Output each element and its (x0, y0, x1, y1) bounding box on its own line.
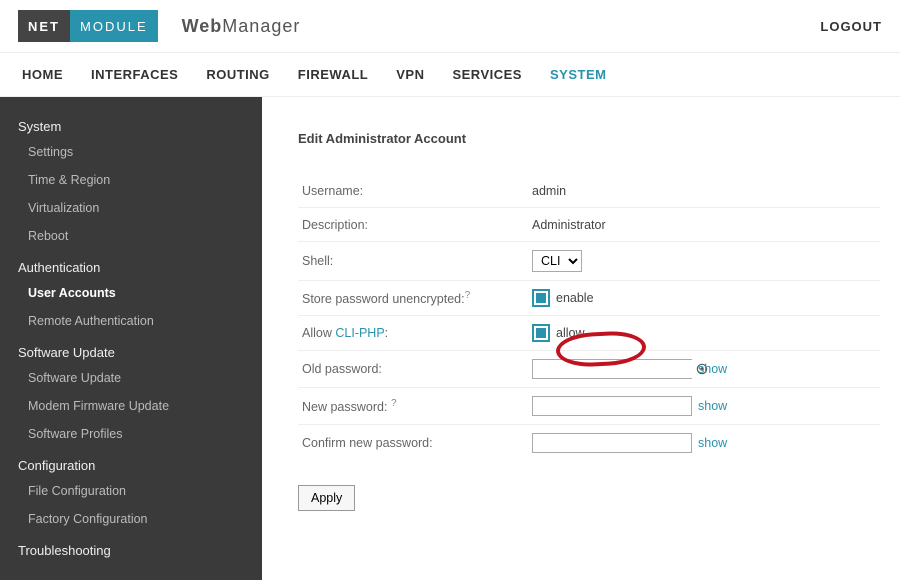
input-old-pw[interactable] (535, 360, 695, 378)
logout-link[interactable]: LOGOUT (820, 19, 882, 34)
label-new-pw: New password: ? (302, 398, 532, 414)
sidebar-item-software-update[interactable]: Software Update (0, 364, 262, 392)
label-allow-cliphp: Allow CLI-PHP: (302, 326, 532, 340)
sidebar-group-authentication[interactable]: Authentication (0, 256, 262, 279)
nav-interfaces[interactable]: INTERFACES (91, 67, 178, 82)
label-confirm-pw: Confirm new password: (302, 436, 532, 450)
label-old-pw: Old password: (302, 362, 532, 376)
nav-system[interactable]: SYSTEM (550, 67, 606, 82)
sidebar-item-remote-auth[interactable]: Remote Authentication (0, 307, 262, 335)
label-description: Description: (302, 218, 532, 232)
label-username: Username: (302, 184, 532, 198)
sidebar-item-settings[interactable]: Settings (0, 138, 262, 166)
sidebar: System Settings Time & Region Virtualiza… (0, 97, 262, 580)
label-store-pw: Store password unencrypted:? (302, 290, 532, 306)
help-icon[interactable]: ? (391, 398, 397, 409)
sidebar-item-virtualization[interactable]: Virtualization (0, 194, 262, 222)
nav-services[interactable]: SERVICES (452, 67, 522, 82)
sidebar-group-configuration[interactable]: Configuration (0, 454, 262, 477)
logo-net: NET (18, 10, 70, 42)
nav-vpn[interactable]: VPN (396, 67, 424, 82)
nav-firewall[interactable]: FIREWALL (298, 67, 368, 82)
sidebar-item-file-config[interactable]: File Configuration (0, 477, 262, 505)
nav-home[interactable]: HOME (22, 67, 63, 82)
sidebar-item-modem-firmware[interactable]: Modem Firmware Update (0, 392, 262, 420)
checkbox-allow-cliphp[interactable] (532, 324, 550, 342)
sidebar-group-troubleshooting[interactable]: Troubleshooting (0, 539, 262, 562)
app-title: WebManager (182, 16, 301, 37)
checkbox-store-pw[interactable] (532, 289, 550, 307)
show-new-pw[interactable]: show (698, 399, 727, 413)
sidebar-item-time-region[interactable]: Time & Region (0, 166, 262, 194)
sidebar-item-reboot[interactable]: Reboot (0, 222, 262, 250)
brand-logo: NET MODULE (18, 10, 158, 42)
sidebar-item-user-accounts[interactable]: User Accounts (0, 279, 262, 307)
value-description: Administrator (532, 218, 876, 232)
sidebar-item-factory-config[interactable]: Factory Configuration (0, 505, 262, 533)
input-new-pw[interactable] (532, 396, 692, 416)
show-confirm-pw[interactable]: show (698, 436, 727, 450)
sidebar-group-software-update[interactable]: Software Update (0, 341, 262, 364)
checkbox-allow-cliphp-label: allow (556, 326, 585, 340)
sidebar-item-software-profiles[interactable]: Software Profiles (0, 420, 262, 448)
link-cliphp[interactable]: CLI-PHP (335, 326, 384, 340)
sidebar-group-system[interactable]: System (0, 115, 262, 138)
page-title: Edit Administrator Account (298, 131, 880, 146)
select-shell[interactable]: CLI (532, 250, 582, 272)
apply-button[interactable]: Apply (298, 485, 355, 511)
label-shell: Shell: (302, 254, 532, 268)
checkbox-store-pw-label: enable (556, 291, 594, 305)
show-old-pw[interactable]: show (698, 362, 727, 376)
main-nav: HOME INTERFACES ROUTING FIREWALL VPN SER… (0, 52, 900, 97)
help-icon[interactable]: ? (465, 290, 471, 301)
input-confirm-pw[interactable] (532, 433, 692, 453)
logo-module: MODULE (70, 10, 158, 42)
nav-routing[interactable]: ROUTING (206, 67, 269, 82)
value-username: admin (532, 184, 876, 198)
